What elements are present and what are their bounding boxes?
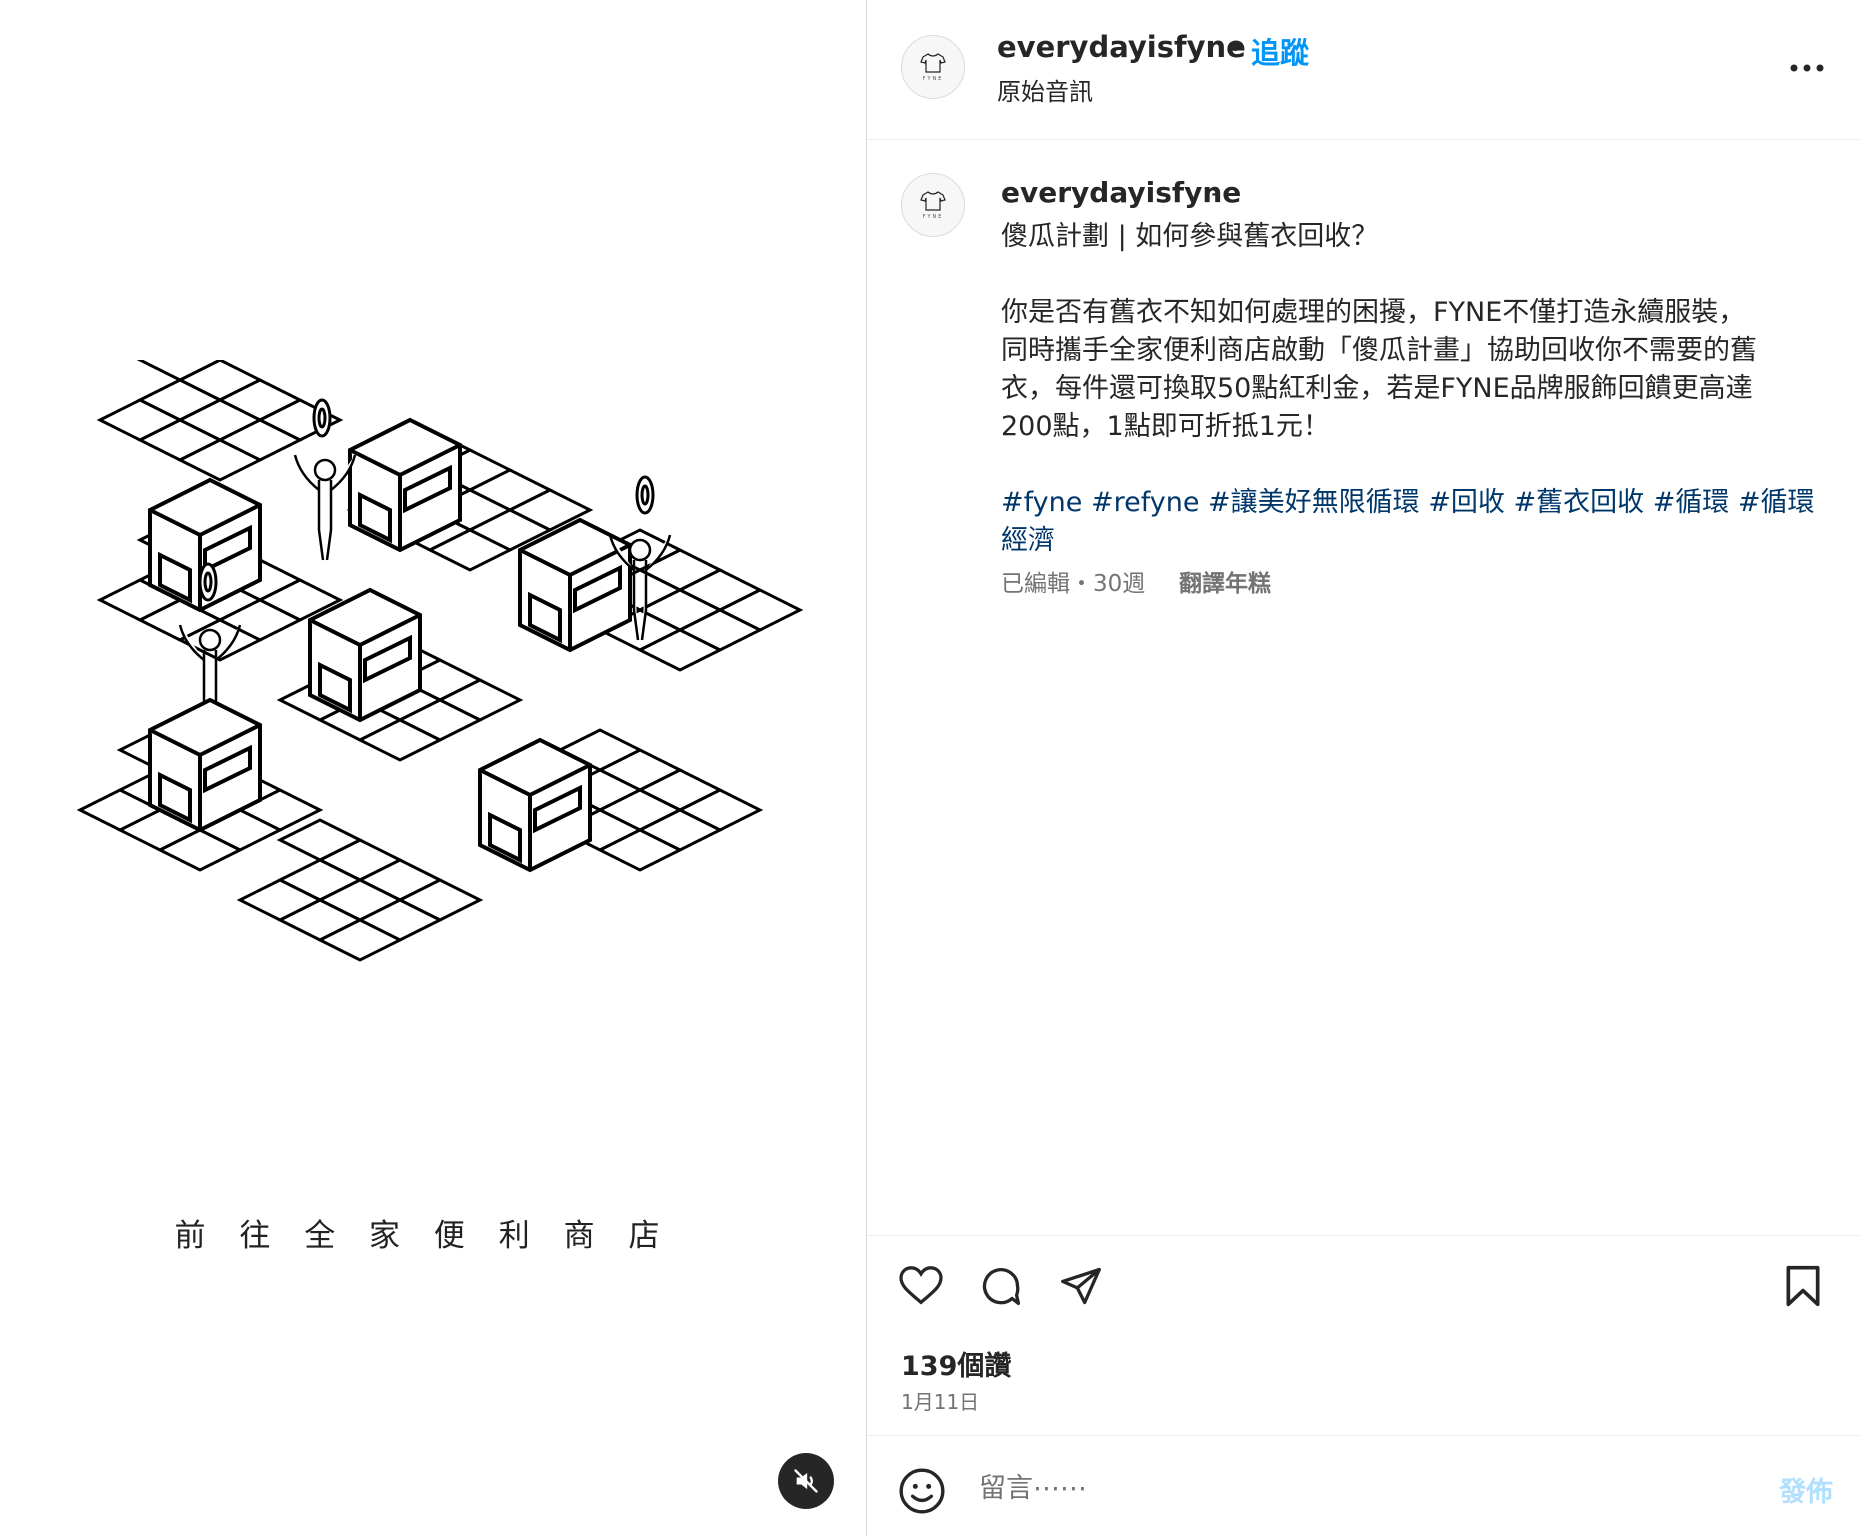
avatar[interactable]: FYNE [901, 35, 965, 99]
hashtag-line: #fyne #refyne #讓美好無限循環 #回收 #舊衣回收 #循環 #循環 [1001, 480, 1815, 519]
post-media[interactable]: 前 往 全 家 便 利 商 店 [0, 0, 866, 1536]
hashtag-link[interactable]: #舊衣回收 [1513, 487, 1644, 518]
hashtag-link[interactable]: #循環 [1653, 487, 1730, 518]
hashtag-link-continued[interactable]: 經濟 [1001, 525, 1055, 556]
comment-bar: 發佈 [867, 1435, 1860, 1536]
hashtag-link[interactable]: #回收 [1428, 487, 1505, 518]
translate-link[interactable]: 翻譯年糕 [1179, 564, 1271, 598]
avatar-brand-text: FYNE [922, 214, 944, 220]
hashtag-link[interactable]: #fyne [1001, 487, 1082, 518]
audio-label[interactable]: 原始音訊 [997, 72, 1093, 107]
post-comment-button[interactable]: 發佈 [1779, 1470, 1833, 1509]
post-header: FYNE everydayisfyne • 追蹤 原始音訊 [867, 0, 1860, 140]
mute-button[interactable] [778, 1453, 834, 1509]
share-button[interactable] [1055, 1260, 1107, 1312]
media-caption: 前 往 全 家 便 利 商 店 [174, 1218, 672, 1254]
like-button[interactable] [895, 1260, 947, 1312]
caption-line: 200點，1點即可折抵1元！ [1001, 411, 1330, 442]
tshirt-icon [920, 191, 946, 211]
post-side-panel: FYNE everydayisfyne • 追蹤 原始音訊 FYNE every… [866, 0, 1860, 1536]
likes-count[interactable]: 139個讚 [901, 1344, 1011, 1383]
comment-button[interactable] [975, 1260, 1027, 1312]
post-actions: 139個讚 1月11日 [867, 1235, 1860, 1435]
smiley-icon [899, 1468, 945, 1514]
hashtag-line: 經濟 [1001, 518, 1055, 557]
isometric-illustration [78, 360, 802, 962]
follow-button[interactable]: 追蹤 [1251, 30, 1309, 72]
post-caption: FYNE everydayisfyne - 傻瓜計劃 | 如何參與舊衣回收？ 你… [867, 140, 1860, 1235]
comment-input[interactable] [979, 1466, 1679, 1510]
hashtag-link[interactable]: #refyne [1091, 487, 1199, 518]
heart-icon [899, 1266, 943, 1305]
avatar-brand-text: FYNE [922, 76, 944, 82]
caption-title: 傻瓜計劃 | 如何參與舊衣回收？ [1001, 221, 1379, 252]
username-link[interactable]: everydayisfyne [997, 30, 1246, 64]
caption-meta: 已編輯・30週 [1001, 571, 1146, 597]
caption-dash: - [1211, 176, 1222, 209]
paper-plane-icon [1061, 1267, 1101, 1305]
save-button[interactable] [1777, 1260, 1829, 1312]
emoji-button[interactable] [897, 1466, 947, 1516]
caption-username-link[interactable]: everydayisfyne [1001, 176, 1241, 209]
bookmark-icon [1786, 1265, 1820, 1307]
more-dots-icon [1790, 64, 1824, 72]
speaker-muted-icon [794, 1469, 818, 1493]
more-options-button[interactable] [1787, 56, 1827, 80]
separator-dot: • [1226, 30, 1245, 64]
caption-line: 你是否有舊衣不知如何處理的困擾，FYNE不僅打造永續服裝， [1001, 297, 1746, 328]
caption-line: 同時攜手全家便利商店啟動「傻瓜計畫」協助回收你不需要的舊 [1001, 335, 1757, 366]
hashtag-link[interactable]: #讓美好無限循環 [1208, 487, 1420, 518]
avatar[interactable]: FYNE [901, 173, 965, 237]
tshirt-icon [920, 53, 946, 73]
post-date: 1月11日 [901, 1390, 980, 1414]
comment-bubble-icon [982, 1268, 1021, 1306]
caption-line: 衣，每件還可換取50點紅利金，若是FYNE品牌服飾回饋更高達 [1001, 373, 1753, 404]
hashtag-link[interactable]: #循環 [1738, 487, 1815, 518]
